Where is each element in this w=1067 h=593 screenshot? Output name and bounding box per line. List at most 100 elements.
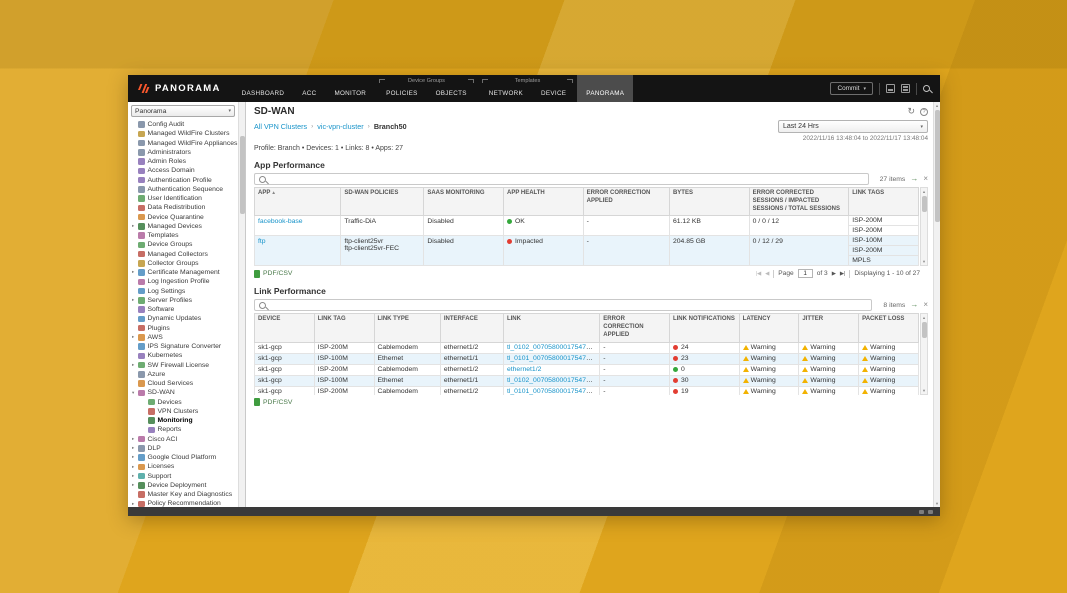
tab-policies[interactable]: POLICIES (377, 84, 426, 102)
link-pdf-csv-button[interactable]: PDF/CSV (254, 398, 292, 406)
global-search-icon[interactable] (923, 85, 930, 92)
sidebar-item-authentication-sequence[interactable]: Authentication Sequence (128, 185, 238, 194)
sidebar-item-device-deployment[interactable]: ▸Device Deployment (128, 481, 238, 490)
breadcrumb-link[interactable]: All VPN Clusters (254, 122, 307, 131)
tab-acc[interactable]: ACC (293, 75, 325, 102)
app-pdf-csv-button[interactable]: PDF/CSV (254, 270, 292, 278)
sidebar-item-kubernetes[interactable]: Kubernetes (128, 351, 238, 360)
link-link[interactable]: tl_0101_00705800017547_0101 (507, 355, 600, 362)
app-column-app[interactable]: APP▴ (255, 188, 341, 216)
sidebar-item-policy-recommendation[interactable]: ▸Policy Recommendation (128, 499, 238, 507)
sidebar-item-certificate-management[interactable]: ▸Certificate Management (128, 268, 238, 277)
app-link[interactable]: facebook-base (258, 218, 303, 225)
sidebar-item-device-groups[interactable]: Device Groups (128, 240, 238, 249)
sidebar-item-plugins[interactable]: Plugins (128, 324, 238, 333)
refresh-icon[interactable]: ↻ (907, 107, 915, 116)
sidebar-item-aws[interactable]: ▸AWS (128, 333, 238, 342)
sidebar-item-dynamic-updates[interactable]: Dynamic Updates (128, 314, 238, 323)
app-link[interactable]: ftp (258, 238, 266, 245)
commit-button[interactable]: Commit ▾ (830, 82, 873, 95)
link-link[interactable]: tl_0102_00705800017547_0102 (507, 344, 600, 351)
apply-filter-icon[interactable]: → (910, 301, 918, 309)
sidebar-item-log-ingestion-profile[interactable]: Log Ingestion Profile (128, 277, 238, 286)
time-range-select[interactable]: Last 24 Hrs ▾ (778, 120, 928, 133)
clear-filter-icon[interactable]: × (923, 175, 928, 183)
link-column-packet-loss[interactable]: PACKET LOSS (859, 314, 919, 342)
last-page-button[interactable]: ▶| (840, 271, 846, 277)
apply-filter-icon[interactable]: → (910, 175, 918, 183)
sidebar-item-monitoring[interactable]: Monitoring (128, 416, 238, 425)
sidebar-item-reports[interactable]: Reports (128, 425, 238, 434)
page-input[interactable]: 1 (798, 269, 813, 278)
sidebar-item-administrators[interactable]: Administrators (128, 148, 238, 157)
status-bar-icon[interactable] (919, 510, 924, 514)
sidebar-item-licenses[interactable]: ▸Licenses (128, 462, 238, 471)
prev-page-button[interactable]: ◀ (765, 271, 769, 277)
sidebar-item-access-domain[interactable]: Access Domain (128, 166, 238, 175)
breadcrumb-link[interactable]: vic-vpn-cluster (317, 122, 363, 131)
sidebar-item-managed-wildfire-clusters[interactable]: Managed WildFire Clusters (128, 129, 238, 138)
tab-device[interactable]: DEVICE (532, 84, 575, 102)
sidebar-item-managed-collectors[interactable]: Managed Collectors (128, 250, 238, 259)
sidebar-item-authentication-profile[interactable]: Authentication Profile (128, 176, 238, 185)
scroll-down-icon[interactable]: ▾ (936, 500, 938, 507)
link-link[interactable]: tl_0102_00705800017547_0102 (507, 377, 600, 384)
context-selector[interactable]: Panorama ▾ (131, 105, 235, 117)
sidebar-item-cisco-aci[interactable]: ▸Cisco ACI (128, 435, 238, 444)
link-search-input[interactable] (270, 300, 867, 310)
app-column-link-tags[interactable]: LINK TAGS (849, 188, 919, 216)
first-page-button[interactable]: |◀ (756, 271, 762, 277)
save-icon[interactable] (886, 84, 895, 93)
sidebar-item-dlp[interactable]: ▸DLP (128, 444, 238, 453)
sidebar-scrollbar[interactable] (238, 102, 245, 507)
clear-filter-icon[interactable]: × (923, 301, 928, 309)
sidebar-item-device-quarantine[interactable]: Device Quarantine (128, 213, 238, 222)
sidebar-item-devices[interactable]: Devices (128, 398, 238, 407)
link-column-interface[interactable]: INTERFACE (440, 314, 503, 342)
link-column-link-type[interactable]: LINK TYPE (374, 314, 440, 342)
app-search-input[interactable] (270, 174, 864, 184)
app-column-error-corrected-sessions-impacted-sessions-total-sessions[interactable]: ERROR CORRECTED SESSIONS / IMPACTED SESS… (749, 188, 849, 216)
tab-panorama[interactable]: PANORAMA (577, 75, 633, 102)
scroll-down-icon[interactable]: ▾ (923, 258, 925, 265)
main-scrollbar[interactable]: ▴ ▾ (933, 102, 940, 507)
sidebar-item-sd-wan[interactable]: ▾SD-WAN (128, 388, 238, 397)
sidebar-item-support[interactable]: ▸Support (128, 472, 238, 481)
tab-dashboard[interactable]: DASHBOARD (233, 75, 294, 102)
app-column-app-health[interactable]: APP HEALTH (503, 188, 583, 216)
scrollbar-thumb[interactable] (240, 136, 245, 214)
scroll-up-icon[interactable]: ▴ (923, 314, 925, 321)
sidebar-item-master-key-and-diagnostics[interactable]: Master Key and Diagnostics (128, 490, 238, 499)
sidebar-item-log-settings[interactable]: Log Settings (128, 287, 238, 296)
scrollbar-thumb[interactable] (935, 110, 940, 222)
link-column-device[interactable]: DEVICE (255, 314, 315, 342)
sidebar-item-server-profiles[interactable]: ▸Server Profiles (128, 296, 238, 305)
sidebar-item-data-redistribution[interactable]: Data Redistribution (128, 203, 238, 212)
sidebar-item-templates[interactable]: Templates (128, 231, 238, 240)
sidebar-item-managed-wildfire-appliances[interactable]: Managed WildFire Appliances (128, 139, 238, 148)
scrollbar-thumb[interactable] (922, 196, 927, 212)
link-link[interactable]: tl_0101_00705800017547_0101 (507, 388, 600, 395)
link-column-link-notifications[interactable]: LINK NOTIFICATIONS (669, 314, 739, 342)
commit-status-icon[interactable] (901, 84, 910, 93)
sidebar-item-azure[interactable]: Azure (128, 370, 238, 379)
link-column-link-tag[interactable]: LINK TAG (314, 314, 374, 342)
sidebar-item-software[interactable]: Software (128, 305, 238, 314)
tab-network[interactable]: NETWORK (480, 84, 532, 102)
status-bar-icon[interactable] (928, 510, 933, 514)
link-column-jitter[interactable]: JITTER (799, 314, 859, 342)
sidebar-item-google-cloud-platform[interactable]: ▸Google Cloud Platform (128, 453, 238, 462)
sidebar-item-managed-devices[interactable]: ▸Managed Devices (128, 222, 238, 231)
next-page-button[interactable]: ▶ (832, 271, 836, 277)
link-column-latency[interactable]: LATENCY (739, 314, 799, 342)
sidebar-item-admin-roles[interactable]: Admin Roles (128, 157, 238, 166)
app-column-sd-wan-policies[interactable]: SD-WAN POLICIES (341, 188, 424, 216)
link-column-link[interactable]: LINK (503, 314, 599, 342)
help-icon[interactable]: ? (920, 108, 928, 116)
sidebar-item-config-audit[interactable]: Config Audit (128, 120, 238, 129)
app-table-scrollbar[interactable]: ▴ ▾ (920, 187, 928, 266)
link-column-error-correction-applied[interactable]: ERROR CORRECTION APPLIED (600, 314, 670, 342)
app-column-error-correction-applied[interactable]: ERROR CORRECTION APPLIED (583, 188, 669, 216)
sidebar-item-ips-signature-converter[interactable]: IPS Signature Converter (128, 342, 238, 351)
scroll-down-icon[interactable]: ▾ (923, 387, 925, 394)
